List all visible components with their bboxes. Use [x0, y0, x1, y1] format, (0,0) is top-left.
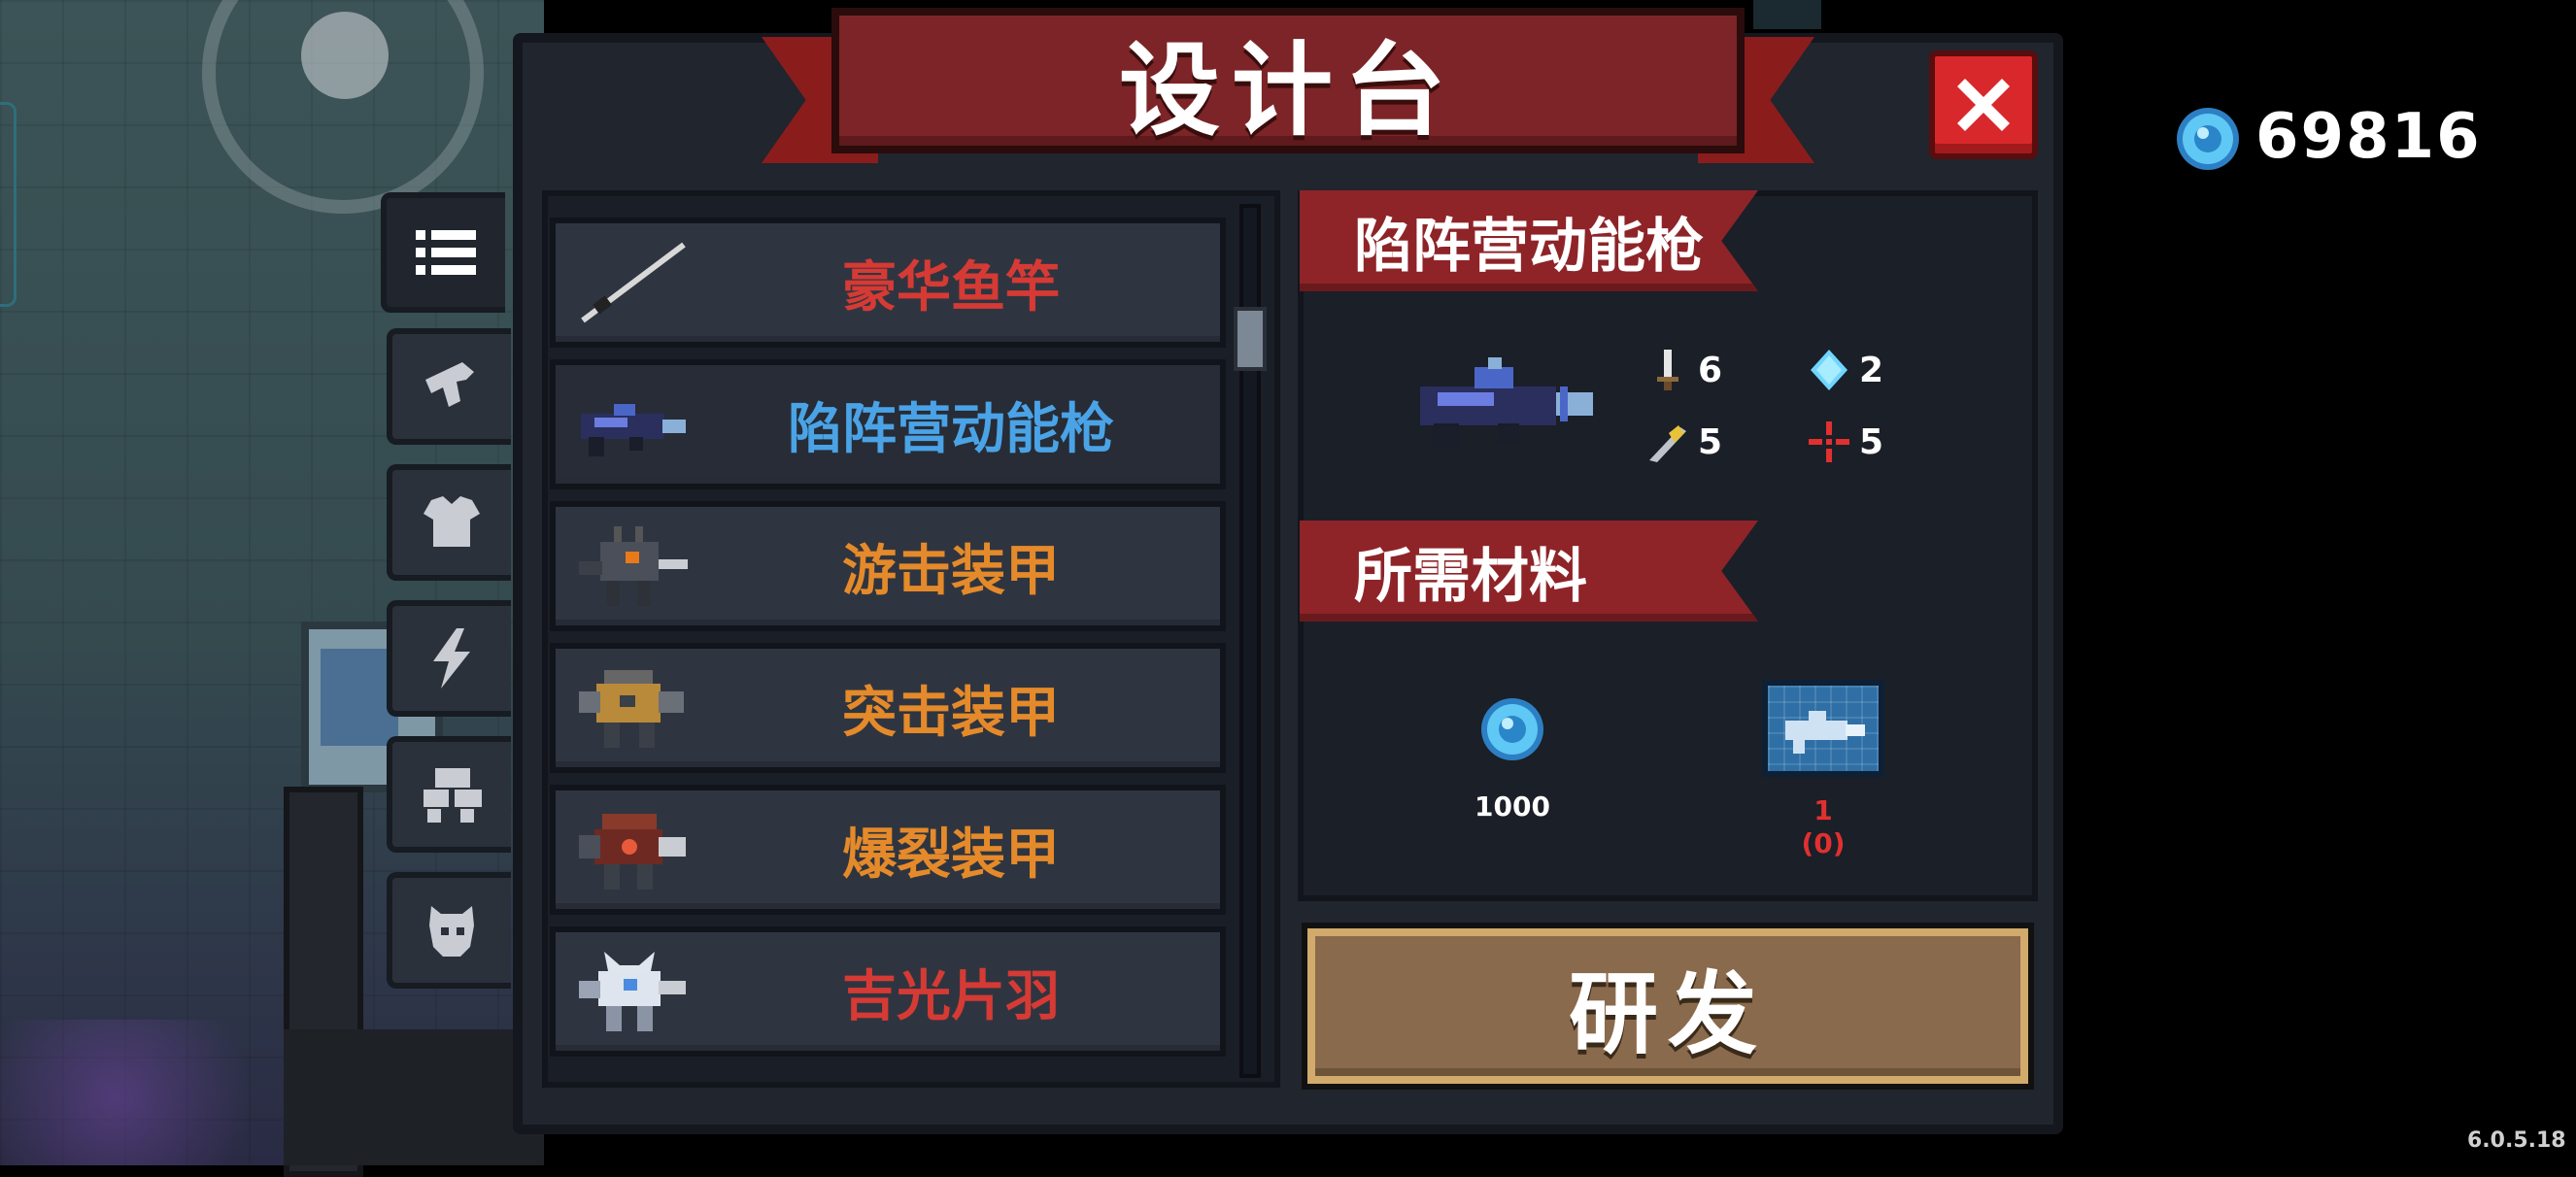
list-item[interactable]: 游击装甲	[550, 501, 1226, 631]
ambient-glow	[0, 1020, 291, 1165]
page-title: 设计台	[1118, 30, 1457, 150]
joystick-knob[interactable]	[301, 12, 389, 99]
tab-armor[interactable]	[387, 464, 511, 581]
list-item-label: 吉光片羽	[842, 964, 1060, 1028]
close-icon	[1957, 79, 2010, 131]
list-item[interactable]: 爆裂装甲	[550, 785, 1226, 915]
list-item-label: 豪华鱼竿	[842, 255, 1060, 319]
list-item-selected[interactable]: 陷阵营动能枪	[550, 359, 1226, 489]
craft-button[interactable]: 研发	[1302, 923, 2034, 1090]
tab-weapons[interactable]	[387, 328, 511, 445]
stat-accuracy-value: 5	[1859, 421, 1884, 462]
white-mech-icon	[579, 952, 686, 1031]
list-item[interactable]: 豪华鱼竿	[550, 218, 1226, 348]
lightning-icon	[433, 628, 470, 689]
background-doorway	[1753, 0, 1821, 29]
scrollbar-thumb[interactable]	[1234, 307, 1267, 371]
kinetic-gun-icon	[581, 404, 686, 456]
stat-critical: 5	[1645, 420, 1722, 464]
accuracy-icon	[1809, 421, 1849, 462]
list-icon	[416, 230, 476, 275]
tab-pets[interactable]	[387, 872, 511, 989]
gem-count: 69816	[2255, 101, 2482, 173]
background-floor	[284, 1029, 544, 1165]
fishing-rod-icon	[581, 242, 686, 323]
gem-icon	[2177, 108, 2239, 170]
stat-accuracy: 5	[1807, 420, 1883, 464]
burst-mech-icon	[579, 814, 686, 890]
item-name-banner: 陷阵营动能枪	[1300, 190, 1758, 291]
close-button[interactable]	[1929, 50, 2038, 159]
blueprint-icon	[1785, 711, 1865, 754]
list-item-label: 陷阵营动能枪	[788, 397, 1114, 461]
pet-icon	[429, 906, 474, 957]
energy-icon	[1811, 350, 1847, 390]
tab-energy[interactable]	[387, 600, 511, 717]
kinetic-gun-preview	[1420, 357, 1593, 449]
tab-all[interactable]	[381, 192, 505, 313]
title-banner: 设计台	[831, 8, 1745, 153]
blueprint-owned: (0)	[1801, 827, 1846, 859]
blueprint-required: 1	[1813, 794, 1833, 826]
stat-critical-value: 5	[1698, 421, 1723, 462]
mech-icon	[424, 768, 482, 823]
list-item[interactable]: 突击装甲	[550, 643, 1226, 773]
critical-icon	[1649, 425, 1686, 462]
side-drawer-handle[interactable]	[0, 102, 17, 307]
assault-mech-icon	[579, 670, 684, 748]
stat-energy: 2	[1807, 348, 1883, 392]
guerrilla-mech-icon	[579, 526, 688, 606]
list-item[interactable]: 吉光片羽	[550, 926, 1226, 1057]
stat-damage: 6	[1645, 348, 1722, 392]
damage-icon	[1657, 350, 1678, 390]
blueprint-material[interactable]	[1762, 680, 1884, 777]
gem-icon	[1481, 698, 1543, 760]
stat-damage-value: 6	[1698, 350, 1723, 390]
version-label: 6.0.5.18	[2467, 1128, 2566, 1153]
material-gem-quantity: 1000	[1474, 790, 1550, 823]
list-item-label: 突击装甲	[842, 681, 1060, 745]
gun-icon	[425, 362, 474, 407]
tab-mechs[interactable]	[387, 736, 511, 853]
materials-banner: 所需材料	[1300, 521, 1758, 622]
material-blueprint-quantity: 1 (0)	[1768, 794, 1879, 860]
stat-energy-value: 2	[1859, 350, 1884, 390]
armor-icon	[424, 496, 480, 547]
list-item-label: 爆裂装甲	[842, 823, 1060, 887]
list-item-label: 游击装甲	[842, 539, 1060, 603]
